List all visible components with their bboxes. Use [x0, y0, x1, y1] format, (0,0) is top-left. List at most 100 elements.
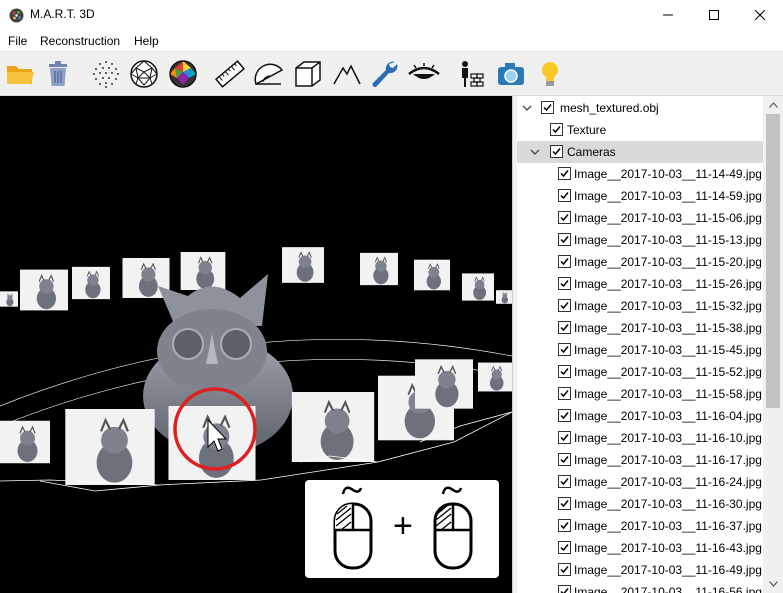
tree-label-image: Image__2017-10-03__11-15-52.jpg	[574, 365, 762, 379]
tips-button[interactable]	[533, 57, 567, 91]
tree-row-image[interactable]: Image__2017-10-03__11-16-49.jpg	[517, 559, 763, 581]
measure-angle-button[interactable]	[252, 57, 286, 91]
build-button[interactable]	[454, 57, 488, 91]
tree-row-image[interactable]: Image__2017-10-03__11-16-43.jpg	[517, 537, 763, 559]
tree-label-image: Image__2017-10-03__11-16-37.jpg	[574, 519, 762, 533]
scroll-thumb[interactable]	[766, 114, 780, 408]
menu-file[interactable]: File	[8, 34, 27, 48]
chevron-down-icon[interactable]	[530, 147, 540, 157]
checkbox-image[interactable]	[558, 585, 571, 593]
tree-scrollbar[interactable]	[763, 96, 783, 593]
tree-label-image: Image__2017-10-03__11-15-13.jpg	[574, 233, 762, 247]
tree-label-image: Image__2017-10-03__11-15-58.jpg	[574, 387, 762, 401]
maximize-button[interactable]	[691, 0, 737, 30]
tree-row-texture[interactable]: Texture	[517, 119, 763, 141]
scroll-down-button[interactable]	[763, 575, 783, 593]
chevron-down-icon[interactable]	[522, 103, 532, 113]
tree-label-image: Image__2017-10-03__11-15-38.jpg	[574, 321, 762, 335]
tree-row-image[interactable]: Image__2017-10-03__11-16-56.jpg	[517, 581, 763, 593]
chevron-up-icon	[768, 102, 778, 108]
checkbox-image[interactable]	[558, 343, 571, 356]
tree-row-image[interactable]: Image__2017-10-03__11-15-58.jpg	[517, 383, 763, 405]
checkbox-image[interactable]	[558, 497, 571, 510]
menu-help[interactable]: Help	[134, 34, 159, 48]
tree-row-image[interactable]: Image__2017-10-03__11-15-13.jpg	[517, 229, 763, 251]
tree-label-image: Image__2017-10-03__11-14-59.jpg	[574, 189, 762, 203]
checkbox-image[interactable]	[558, 211, 571, 224]
checkbox-root[interactable]	[541, 101, 554, 114]
tree-row-image[interactable]: Image__2017-10-03__11-16-30.jpg	[517, 493, 763, 515]
checkbox-image[interactable]	[558, 299, 571, 312]
minimize-icon	[663, 14, 673, 16]
tree-row-image[interactable]: Image__2017-10-03__11-15-06.jpg	[517, 207, 763, 229]
checkbox-texture[interactable]	[550, 123, 563, 136]
chevron-down-icon	[768, 581, 778, 587]
tree-row-image[interactable]: Image__2017-10-03__11-14-59.jpg	[517, 185, 763, 207]
point-cloud-icon	[93, 61, 119, 88]
checkbox-image[interactable]	[558, 563, 571, 576]
eye-icon	[408, 63, 440, 79]
scroll-up-button[interactable]	[763, 96, 783, 114]
checkbox-image[interactable]	[558, 365, 571, 378]
tree-row-image[interactable]: Image__2017-10-03__11-15-45.jpg	[517, 339, 763, 361]
scene-tree: mesh_textured.obj Texture Cameras Image_…	[517, 96, 783, 593]
tree-label-texture: Texture	[567, 123, 607, 137]
camera-icon	[498, 63, 524, 85]
tree-row-image[interactable]: Image__2017-10-03__11-14-49.jpg	[517, 163, 763, 185]
checkbox-image[interactable]	[558, 277, 571, 290]
checkbox-image[interactable]	[558, 475, 571, 488]
tree-row-root[interactable]: mesh_textured.obj	[517, 97, 763, 119]
tree-label-image: Image__2017-10-03__11-15-45.jpg	[574, 343, 762, 357]
checkbox-image[interactable]	[558, 387, 571, 400]
checkbox-image[interactable]	[558, 167, 571, 180]
point-cloud-button[interactable]	[89, 57, 123, 91]
title-bar: M.A.R.T. 3D	[0, 0, 783, 30]
checkbox-image[interactable]	[558, 541, 571, 554]
tree-row-image[interactable]: Image__2017-10-03__11-16-04.jpg	[517, 405, 763, 427]
textured-mesh-button[interactable]	[166, 57, 200, 91]
tree-label-image: Image__2017-10-03__11-15-06.jpg	[574, 211, 762, 225]
checkbox-image[interactable]	[558, 519, 571, 532]
tree-row-cameras[interactable]: Cameras	[517, 141, 763, 163]
tree-row-image[interactable]: Image__2017-10-03__11-15-20.jpg	[517, 251, 763, 273]
checkbox-image[interactable]	[558, 453, 571, 466]
tree-row-image[interactable]: Image__2017-10-03__11-16-37.jpg	[517, 515, 763, 537]
settings-button[interactable]	[368, 57, 402, 91]
tree-label-image: Image__2017-10-03__11-16-56.jpg	[574, 585, 762, 593]
tree-label-image: Image__2017-10-03__11-16-04.jpg	[574, 409, 762, 423]
wrench-icon	[372, 61, 398, 87]
tree-label-image: Image__2017-10-03__11-14-49.jpg	[574, 167, 762, 181]
menu-reconstruction[interactable]: Reconstruction	[40, 34, 120, 48]
checkbox-image[interactable]	[558, 409, 571, 422]
checkbox-image[interactable]	[558, 233, 571, 246]
checkbox-cameras[interactable]	[550, 145, 563, 158]
tree-row-image[interactable]: Image__2017-10-03__11-15-26.jpg	[517, 273, 763, 295]
toolbar	[0, 52, 783, 96]
checkbox-image[interactable]	[558, 189, 571, 202]
terrain-button[interactable]	[330, 57, 364, 91]
measure-distance-button[interactable]	[213, 57, 247, 91]
3d-viewport[interactable]: +	[0, 96, 512, 593]
tree-row-image[interactable]: Image__2017-10-03__11-15-32.jpg	[517, 295, 763, 317]
bounding-box-button[interactable]	[291, 57, 325, 91]
tree-row-image[interactable]: Image__2017-10-03__11-15-38.jpg	[517, 317, 763, 339]
lightbulb-icon	[542, 62, 558, 86]
close-icon	[755, 10, 765, 20]
cube-icon	[295, 61, 321, 87]
tree-row-image[interactable]: Image__2017-10-03__11-16-10.jpg	[517, 427, 763, 449]
wireframe-mesh-button[interactable]	[127, 57, 161, 91]
open-folder-button[interactable]	[3, 57, 37, 91]
tree-label-cameras: Cameras	[567, 145, 616, 159]
checkbox-image[interactable]	[558, 431, 571, 444]
checkbox-image[interactable]	[558, 255, 571, 268]
checkbox-image[interactable]	[558, 321, 571, 334]
tree-row-image[interactable]: Image__2017-10-03__11-16-17.jpg	[517, 449, 763, 471]
tree-row-image[interactable]: Image__2017-10-03__11-16-24.jpg	[517, 471, 763, 493]
minimize-button[interactable]	[645, 0, 691, 30]
tree-row-image[interactable]: Image__2017-10-03__11-15-52.jpg	[517, 361, 763, 383]
delete-button[interactable]	[41, 57, 75, 91]
close-button[interactable]	[737, 0, 783, 30]
capture-button[interactable]	[494, 57, 528, 91]
left-mouse-button-icon	[333, 486, 373, 570]
view-button[interactable]	[407, 57, 441, 91]
